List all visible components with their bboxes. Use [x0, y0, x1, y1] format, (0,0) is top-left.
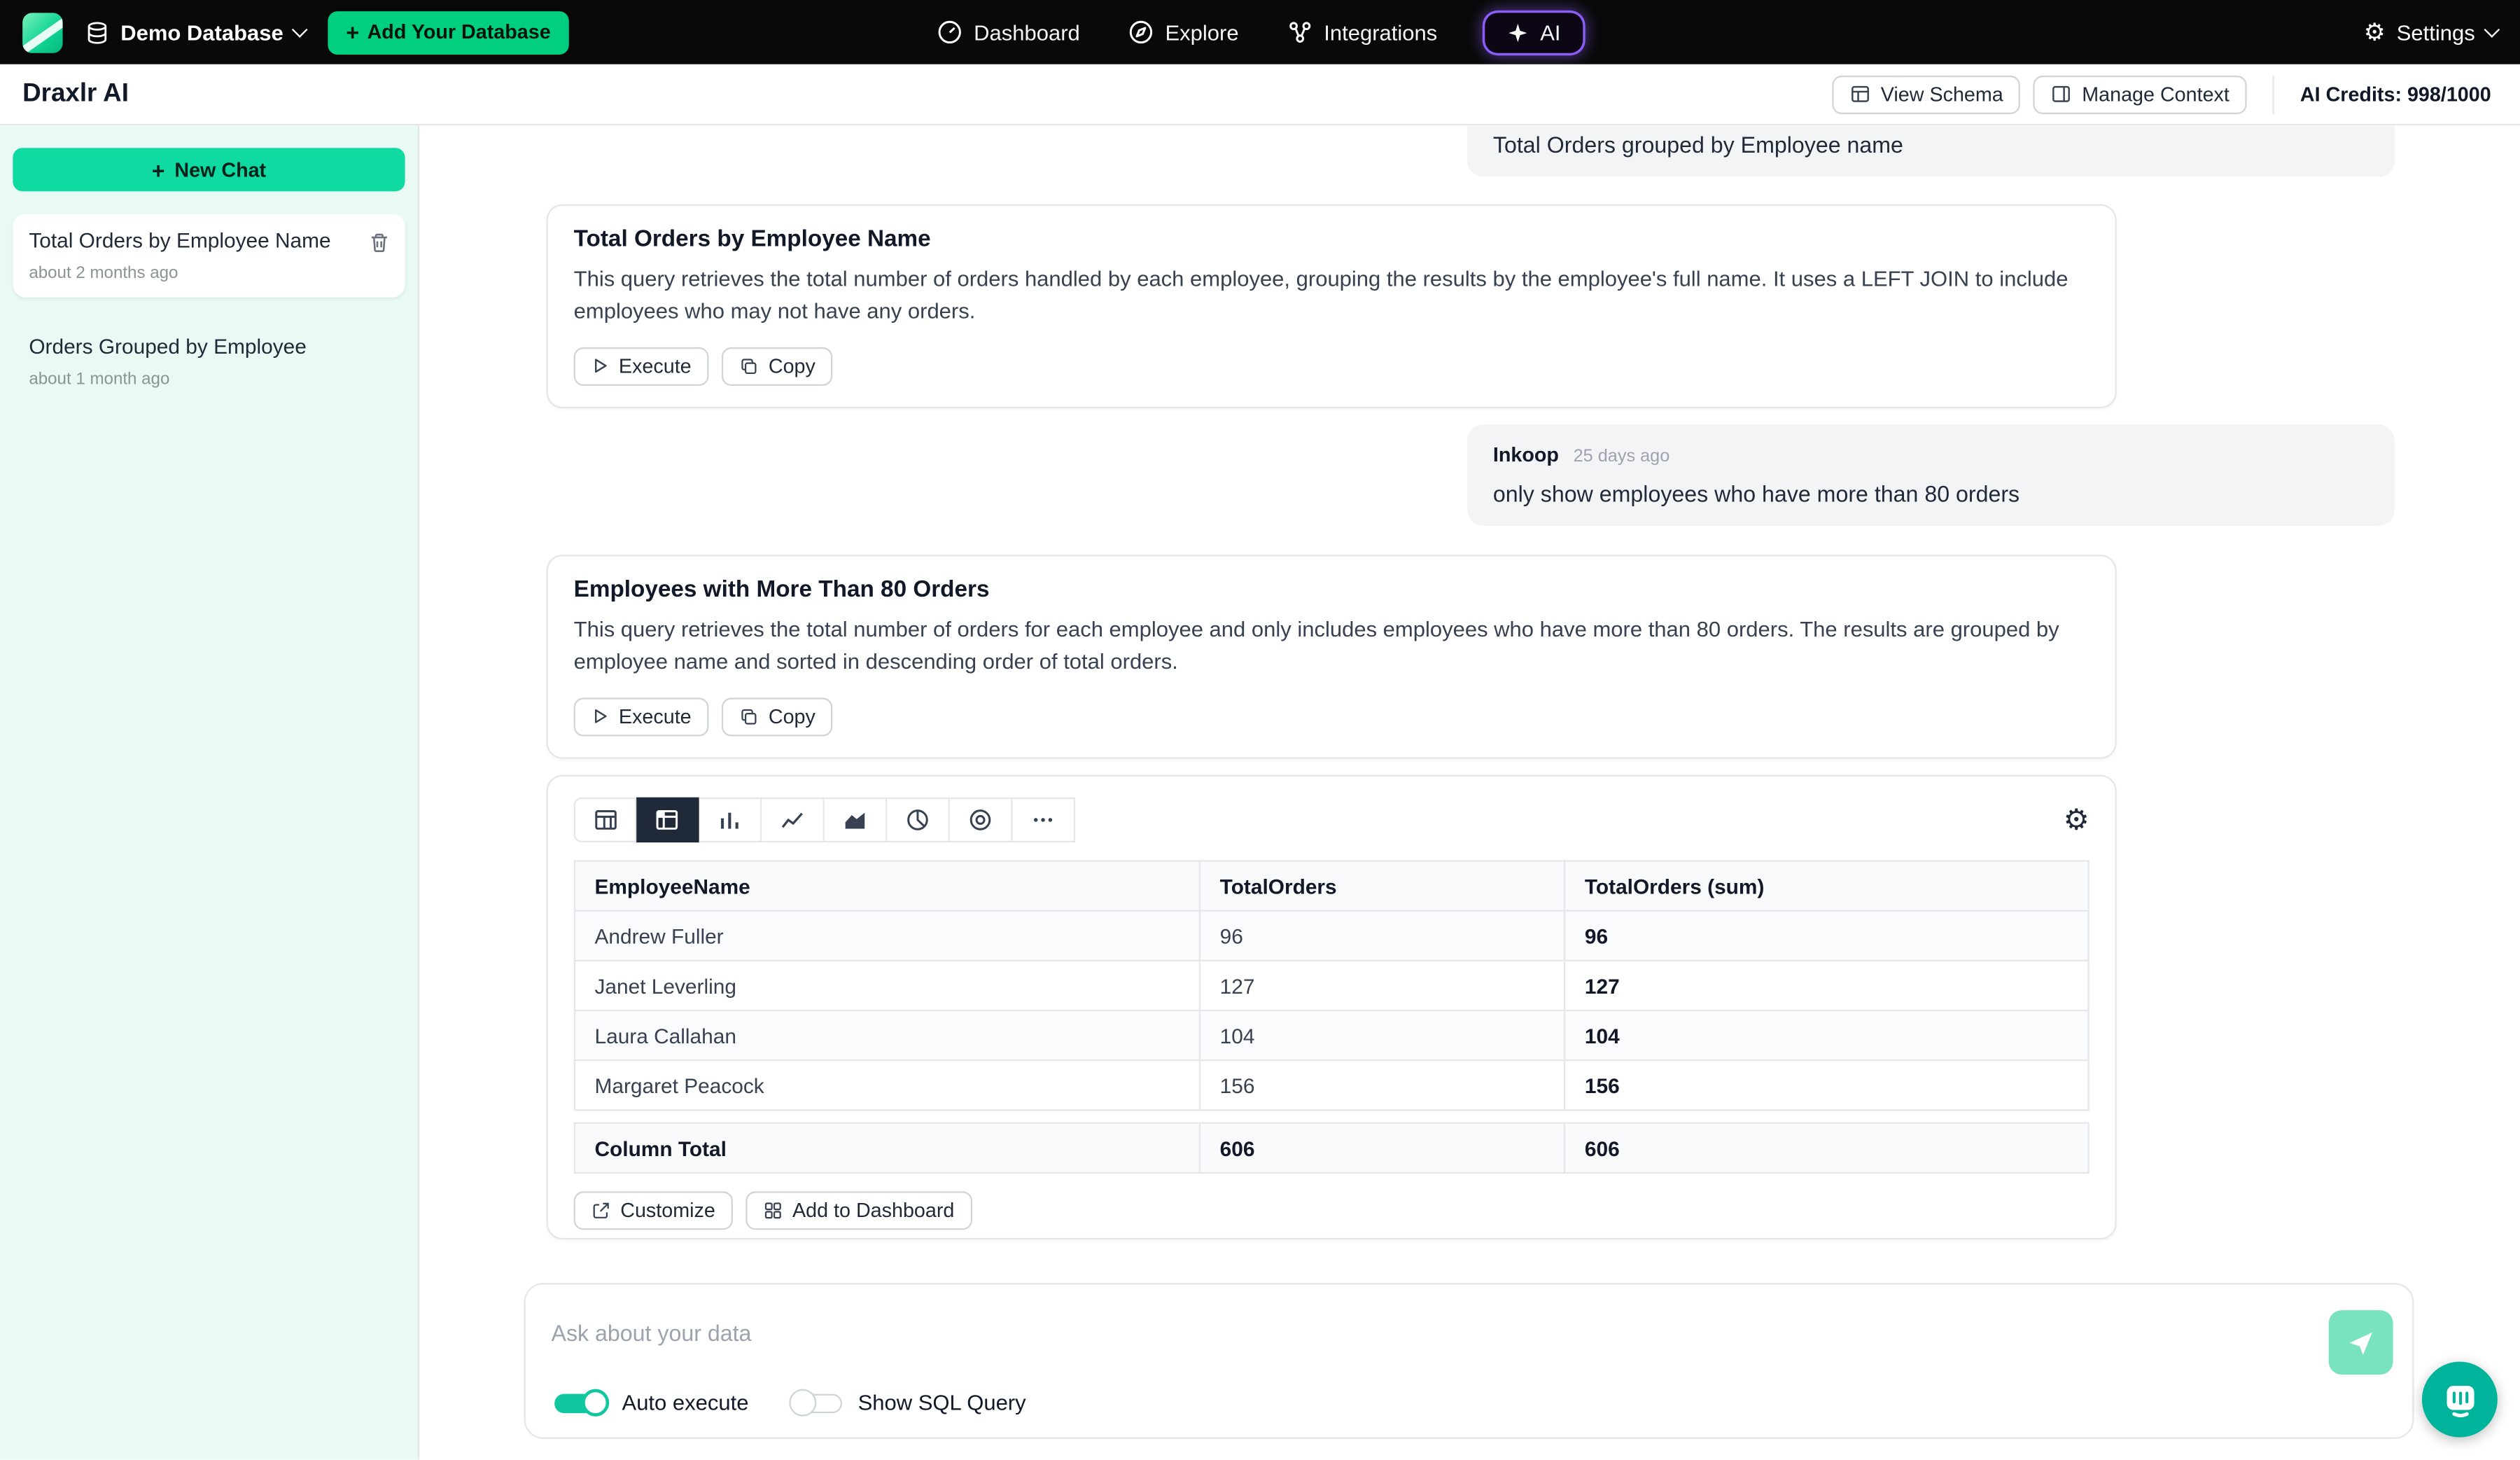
query-title: Employees with More Than 80 Orders	[574, 577, 2090, 603]
add-to-dashboard-button[interactable]: Add to Dashboard	[746, 1191, 972, 1230]
settings-label: Settings	[2397, 20, 2475, 44]
chat-item-title: Total Orders by Employee Name	[29, 228, 388, 256]
chat-item-time: about 2 months ago	[29, 263, 388, 283]
sidebar-chat-item[interactable]: Orders Grouped by Employee about 1 month…	[13, 320, 405, 403]
play-icon	[592, 707, 609, 725]
message-timestamp: 25 days ago	[1574, 447, 1670, 466]
more-chart-types-icon[interactable]	[1012, 798, 1075, 842]
integrations-icon	[1287, 20, 1312, 46]
table-row: Margaret Peacock 156 156	[575, 1060, 2089, 1110]
result-card: ⚙ EmployeeName TotalOrders TotalOrders (…	[547, 775, 2117, 1240]
bar-chart-icon[interactable]	[699, 798, 762, 842]
app-window: Demo Database + Add Your Database Dashbo…	[0, 0, 2520, 1460]
dashboard-grid-icon	[764, 1201, 783, 1221]
query-description: This query retrieves the total number of…	[574, 264, 2090, 329]
send-icon	[2346, 1328, 2375, 1356]
sidebar-chat-item[interactable]: Total Orders by Employee Name about 2 mo…	[13, 214, 405, 297]
table-header-row: EmployeeName TotalOrders TotalOrders (su…	[575, 861, 2089, 910]
copy-icon	[740, 707, 760, 726]
nav-dashboard[interactable]: Dashboard	[937, 20, 1079, 46]
main-nav: Dashboard Explore Integrations	[937, 0, 1583, 64]
column-header[interactable]: TotalOrders (sum)	[1564, 861, 2088, 910]
table-row: Janet Leverling 127 127	[575, 961, 2089, 1010]
trash-icon	[368, 232, 391, 254]
delete-chat-button[interactable]	[368, 232, 391, 254]
result-table-total: Column Total 606 606	[574, 1122, 2090, 1174]
customize-button[interactable]: Customize	[574, 1191, 733, 1230]
copy-button[interactable]: Copy	[722, 697, 833, 735]
query-description: This query retrieves the total number of…	[574, 614, 2090, 679]
chevron-down-icon	[293, 21, 309, 37]
send-button[interactable]	[2329, 1310, 2393, 1375]
database-selector-label: Demo Database	[120, 20, 284, 44]
toggle-switch-off[interactable]	[790, 1393, 841, 1412]
external-link-icon	[592, 1201, 611, 1221]
query-title: Total Orders by Employee Name	[574, 227, 2090, 253]
ai-response-card: Total Orders by Employee Name This query…	[547, 204, 2117, 408]
execute-button[interactable]: Execute	[574, 347, 709, 385]
message-author: Inkoop	[1493, 444, 1559, 466]
table-view-icon[interactable]	[574, 798, 637, 842]
schema-icon	[1850, 83, 1871, 104]
chat-sidebar: + New Chat Total Orders by Employee Name…	[0, 125, 419, 1460]
total-row: Column Total 606 606	[575, 1123, 2089, 1173]
manage-context-button[interactable]: Manage Context	[2033, 75, 2247, 113]
gear-icon: ⚙	[2364, 20, 2386, 44]
chat-main-area: Total Orders grouped by Employee name To…	[419, 125, 2520, 1460]
chat-input[interactable]	[552, 1298, 2255, 1368]
new-chat-button[interactable]: + New Chat	[13, 148, 405, 191]
chart-type-toolbar: ⚙	[574, 798, 2090, 842]
ai-response-card: Employees with More Than 80 Orders This …	[547, 555, 2117, 758]
chart-settings-gear-icon[interactable]: ⚙	[2064, 805, 2090, 834]
show-sql-toggle[interactable]: Show SQL Query	[790, 1391, 1026, 1414]
add-database-button[interactable]: + Add Your Database	[328, 11, 568, 54]
ai-credits: AI Credits: 998/1000	[2300, 83, 2498, 105]
chevron-down-icon	[2484, 21, 2500, 37]
table-row: Andrew Fuller 96 96	[575, 911, 2089, 961]
dashboard-icon	[937, 20, 962, 46]
view-schema-button[interactable]: View Schema	[1833, 75, 2021, 113]
user-message: Inkoop 25 days ago only show employees w…	[1467, 424, 2395, 526]
database-icon	[85, 20, 109, 44]
context-panel-icon	[2052, 83, 2073, 104]
plus-icon: +	[152, 157, 165, 183]
chat-item-time: about 1 month ago	[29, 370, 388, 389]
pie-chart-icon[interactable]	[887, 798, 950, 842]
draxlr-logo[interactable]	[22, 12, 62, 52]
plus-icon: +	[346, 20, 359, 46]
nav-integrations[interactable]: Integrations	[1287, 20, 1437, 46]
page-header: Draxlr AI View Schema Manage Context	[0, 64, 2520, 125]
donut-chart-icon[interactable]	[950, 798, 1013, 842]
table-row: Laura Callahan 104 104	[575, 1010, 2089, 1060]
line-chart-icon[interactable]	[762, 798, 825, 842]
copy-button[interactable]: Copy	[722, 347, 833, 385]
play-icon	[592, 357, 609, 375]
chat-composer: Auto execute Show SQL Query	[524, 1283, 2414, 1439]
compass-icon	[1128, 20, 1154, 46]
execute-button[interactable]: Execute	[574, 697, 709, 735]
column-header[interactable]: EmployeeName	[575, 861, 1200, 910]
page-title: Draxlr AI	[22, 80, 129, 109]
auto-execute-toggle[interactable]: Auto execute	[554, 1391, 748, 1414]
database-selector[interactable]: Demo Database	[85, 20, 306, 44]
result-table: EmployeeName TotalOrders TotalOrders (su…	[574, 860, 2090, 1111]
nav-explore[interactable]: Explore	[1128, 20, 1239, 46]
sparkle-icon	[1508, 22, 1529, 43]
copy-icon	[740, 356, 760, 376]
column-header[interactable]: TotalOrders	[1200, 861, 1564, 910]
pivot-table-view-icon[interactable]	[636, 798, 699, 842]
top-navigation-bar: Demo Database + Add Your Database Dashbo…	[0, 0, 2520, 64]
toggle-switch-on[interactable]	[554, 1393, 606, 1412]
chat-support-launcher[interactable]	[2422, 1362, 2498, 1438]
nav-ai[interactable]: AI	[1485, 12, 1583, 52]
chat-item-title: Orders Grouped by Employee	[29, 334, 388, 361]
area-chart-icon[interactable]	[825, 798, 888, 842]
divider	[2273, 75, 2274, 113]
settings-menu[interactable]: ⚙ Settings	[2364, 20, 2498, 44]
chat-bubble-icon	[2440, 1380, 2479, 1419]
user-message: Total Orders grouped by Employee name	[1467, 125, 2395, 176]
